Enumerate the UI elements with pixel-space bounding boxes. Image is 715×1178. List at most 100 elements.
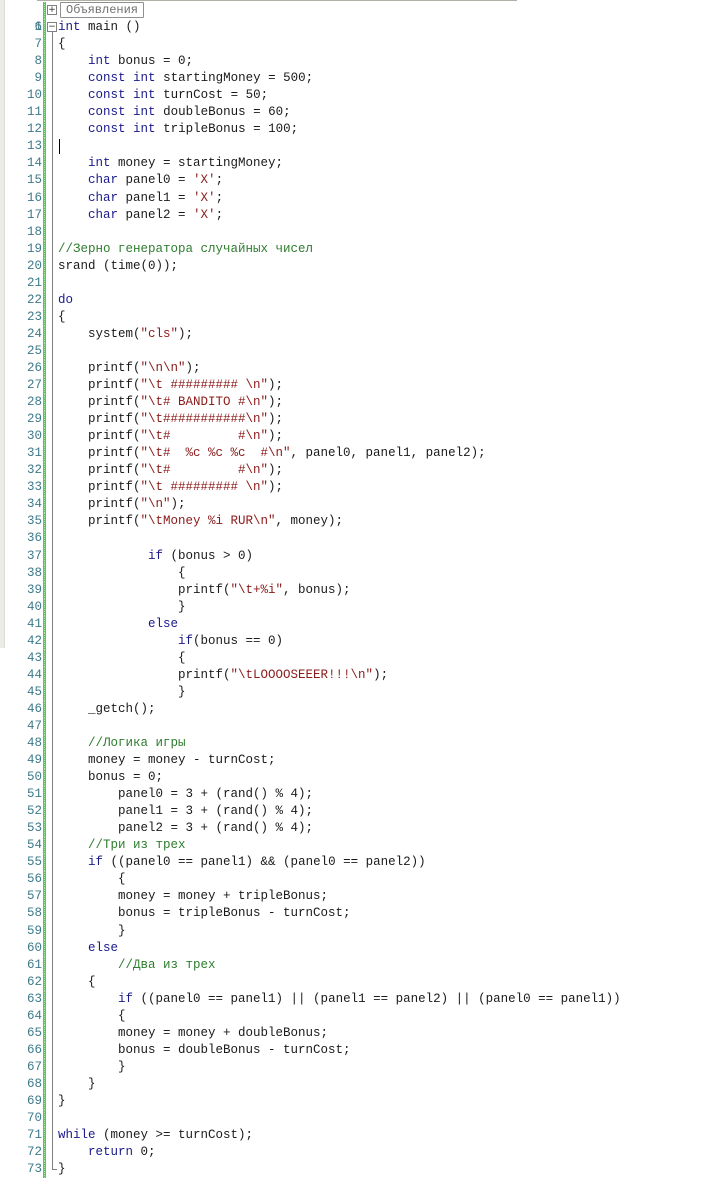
code-line[interactable]: 36: [0, 530, 715, 548]
code-line[interactable]: 62 {: [0, 973, 715, 991]
code-editor[interactable]: 1 + Объявления 6− int main () 7{8 int bonu…: [0, 2, 715, 1178]
fold-margin: [47, 700, 57, 718]
code-line[interactable]: 10 const int turnCost = 50;: [0, 87, 715, 105]
code-line[interactable]: 24 system("cls");: [0, 325, 715, 343]
code-text: bonus = tripleBonus - turnCost;: [58, 906, 351, 921]
fold-guide-line: [52, 871, 53, 889]
fold-margin: [47, 820, 57, 838]
code-line[interactable]: 32 printf("\t# #\n");: [0, 462, 715, 480]
code-text: money = money + tripleBonus;: [58, 889, 329, 904]
code-line[interactable]: 39 printf("\t+%i", bonus);: [0, 581, 715, 599]
minus-box-icon[interactable]: −: [47, 22, 57, 33]
fold-guide-line: [52, 513, 53, 531]
code-line[interactable]: 63 if ((panel0 == panel1) || (panel1 == …: [0, 990, 715, 1008]
code-line[interactable]: 15 char panel0 = 'X';: [0, 172, 715, 190]
fold-margin[interactable]: +: [47, 2, 57, 19]
code-line[interactable]: 48 //Логика игры: [0, 735, 715, 753]
code-line[interactable]: 20 srand (time(0));: [0, 257, 715, 275]
code-line[interactable]: 19 //Зерно генератора случайных чисел: [0, 240, 715, 258]
code-text: const int doubleBonus = 60;: [88, 105, 291, 120]
code-line[interactable]: 66 bonus = doubleBonus - turnCost;: [0, 1041, 715, 1059]
code-line[interactable]: 18: [0, 223, 715, 241]
code-line[interactable]: 51 panel0 = 3 + (rand() % 4);: [0, 786, 715, 804]
code-line[interactable]: 7{: [0, 36, 715, 54]
code-line[interactable]: 60 else: [0, 939, 715, 957]
code-line[interactable]: 42 if(bonus == 0): [0, 632, 715, 650]
code-line[interactable]: 6− int main (): [0, 19, 715, 38]
code-line[interactable]: 55 if ((panel0 == panel1) && (panel0 == …: [0, 854, 715, 872]
code-text: }: [58, 1076, 96, 1091]
code-line[interactable]: 29 printf("\t###########\n");: [0, 411, 715, 429]
code-text: panel2 = 3 + (rand() % 4);: [58, 821, 314, 836]
code-line[interactable]: 56 {: [0, 871, 715, 889]
code-line[interactable]: 23 {: [0, 308, 715, 326]
code-line[interactable]: 30 printf("\t# #\n");: [0, 428, 715, 446]
fold-guide-line: [52, 291, 53, 309]
code-line[interactable]: 31 printf("\t# %c %c %c #\n", panel0, pa…: [0, 445, 715, 463]
code-line[interactable]: 11 const int doubleBonus = 60;: [0, 104, 715, 122]
code-line[interactable]: 64 {: [0, 1007, 715, 1025]
code-line[interactable]: 52 panel1 = 3 + (rand() % 4);: [0, 803, 715, 821]
code-line[interactable]: 22 do: [0, 291, 715, 309]
code-line[interactable]: 67 }: [0, 1058, 715, 1077]
code-line[interactable]: 38 {: [0, 564, 715, 582]
code-text: {: [58, 650, 186, 665]
code-text: //Два из трех: [118, 957, 216, 972]
code-line[interactable]: 37 if (bonus > 0): [0, 547, 715, 565]
code-line[interactable]: 40 }: [0, 598, 715, 616]
line-number: 32: [26, 463, 42, 478]
fold-margin: [47, 666, 57, 684]
fold-margin: [47, 939, 57, 957]
plus-box-icon[interactable]: +: [47, 5, 57, 15]
code-line[interactable]: 17 char panel2 = 'X';: [0, 206, 715, 224]
code-line[interactable]: 13: [0, 138, 715, 156]
code-line[interactable]: 28 printf("\t# BANDITO #\n");: [0, 394, 715, 412]
code-line[interactable]: 25: [0, 342, 715, 361]
code-line[interactable]: 72 return 0;: [0, 1144, 715, 1162]
code-line[interactable]: 43 {: [0, 649, 715, 667]
code-line[interactable]: 70: [0, 1110, 715, 1128]
fold-margin: [47, 411, 57, 429]
code-line[interactable]: 12 const int tripleBonus = 100;: [0, 121, 715, 139]
code-line[interactable]: 45 }: [0, 683, 715, 701]
code-line[interactable]: 57 money = money + tripleBonus;: [0, 888, 715, 906]
code-line[interactable]: 59 }: [0, 922, 715, 940]
fold-margin[interactable]: −: [47, 19, 57, 38]
code-line[interactable]: 46 _getch();: [0, 700, 715, 719]
change-bar: [43, 325, 46, 343]
code-line[interactable]: 53 panel2 = 3 + (rand() % 4);: [0, 820, 715, 838]
code-line[interactable]: 49 money = money - turnCost;: [0, 752, 715, 770]
code-text: panel0 = 3 + (rand() % 4);: [58, 787, 314, 802]
line-number: 36: [26, 531, 42, 546]
code-line[interactable]: 8 int bonus = 0;: [0, 53, 715, 71]
line-number: 69: [26, 1094, 42, 1108]
code-line[interactable]: 47: [0, 717, 715, 736]
fold-guide-line: [52, 359, 53, 378]
code-line[interactable]: 54 //Три из трех: [0, 837, 715, 855]
code-line-collapsed-region[interactable]: 1 + Объявления: [0, 2, 715, 34]
line-number: 60: [26, 940, 42, 955]
code-line[interactable]: 61 //Два из трех: [0, 956, 715, 974]
code-line[interactable]: 65 money = money + doubleBonus;: [0, 1024, 715, 1042]
code-line[interactable]: 68 }: [0, 1075, 715, 1094]
code-line[interactable]: 33 printf("\t ######### \n");: [0, 479, 715, 497]
code-line[interactable]: 27 printf("\t ######### \n");: [0, 377, 715, 395]
code-line[interactable]: 34 printf("\n");: [0, 496, 715, 514]
code-line[interactable]: 50 bonus = 0;: [0, 769, 715, 787]
code-line[interactable]: 26 printf("\n\n");: [0, 359, 715, 378]
code-line[interactable]: 73}: [0, 1161, 715, 1178]
code-line[interactable]: 14 int money = startingMoney;: [0, 155, 715, 173]
code-line[interactable]: 16 char panel1 = 'X';: [0, 189, 715, 207]
code-text: printf("\t+%i", bonus);: [58, 582, 351, 597]
code-line[interactable]: 35 printf("\tMoney %i RUR\n", money);: [0, 513, 715, 531]
code-line[interactable]: 44 printf("\tLOOOOSEEER!!!\n");: [0, 666, 715, 684]
code-line[interactable]: 58 bonus = tripleBonus - turnCost;: [0, 905, 715, 923]
code-text: printf("\n\n");: [58, 360, 201, 375]
code-line[interactable]: 41 else: [0, 615, 715, 633]
code-line[interactable]: 21: [0, 274, 715, 292]
change-bar: [43, 2, 46, 20]
code-line[interactable]: 71 while (money >= turnCost);: [0, 1127, 715, 1145]
collapsed-region-label[interactable]: Объявления: [60, 2, 145, 18]
code-line[interactable]: 69}: [0, 1093, 715, 1111]
code-line[interactable]: 9 const int startingMoney = 500;: [0, 70, 715, 88]
